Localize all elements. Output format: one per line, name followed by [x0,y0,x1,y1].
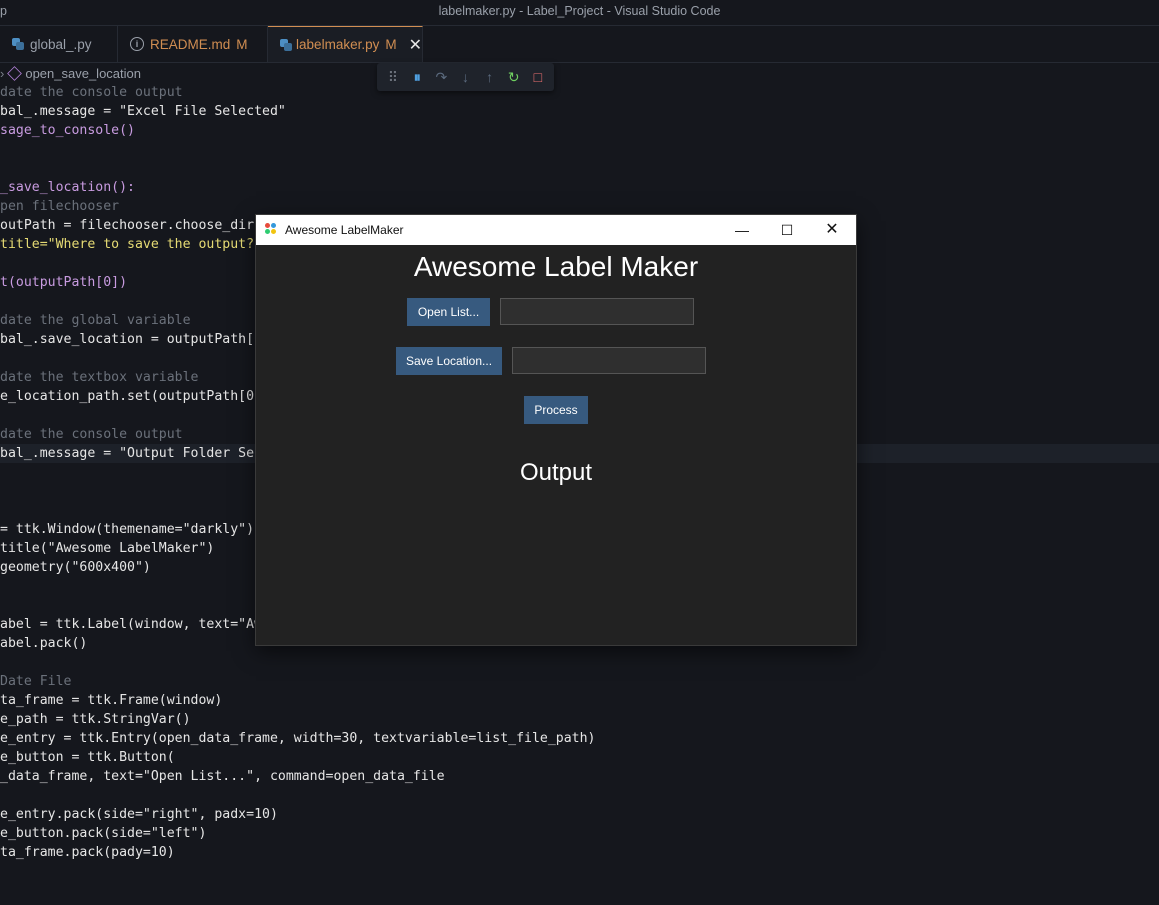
tab-global[interactable]: global_.py [0,26,118,62]
code-line: ta_frame = ttk.Frame(window) [0,693,223,708]
open-list-button[interactable]: Open List... [407,298,490,326]
code-line: e_button.pack(side="left") [0,826,207,841]
python-file-icon [12,38,24,50]
code-line: _save_location(): [0,180,135,195]
code-line: e_path = ttk.StringVar() [0,712,191,727]
app-body: Awesome Label Maker Open List... Save Lo… [256,245,856,645]
code-line: pen filechooser [0,199,120,214]
code-line: date the console output [0,85,183,100]
maximize-icon[interactable]: ☐ [764,215,810,245]
code-line: e_entry.pack(side="right", padx=10) [0,807,278,822]
save-location-button[interactable]: Save Location... [396,347,502,375]
minimize-icon[interactable]: — [719,215,765,245]
app-window: Awesome LabelMaker — ☐ ✕ Awesome Label M… [256,215,856,645]
editor-tabbar: global_.py i README.md M labelmaker.py M… [0,26,1159,63]
close-icon[interactable]: ✕ [409,35,422,55]
info-icon: i [130,37,144,51]
method-symbol-icon [7,65,23,81]
open-list-entry[interactable] [500,298,694,325]
app-title: Awesome LabelMaker [285,223,404,237]
process-button[interactable]: Process [524,396,588,424]
python-file-icon [280,38,293,51]
breadcrumb: › open_save_location [0,63,141,83]
vscode-titlebar: p labelmaker.py - Label_Project - Visual… [0,0,1159,26]
code-line: _data_frame, text="Open List...", comman… [0,769,445,784]
code-line: ta_frame.pack(pady=10) [0,845,175,860]
code-line: e_button = ttk.Button( [0,750,175,765]
tab-readme[interactable]: i README.md M [118,26,268,62]
tab-labelmaker[interactable]: labelmaker.py M ✕ [268,26,423,62]
output-label: Output [519,459,593,486]
app-heading: Awesome Label Maker [413,251,699,282]
app-logo-icon [265,223,279,237]
tab-label: README.md [150,36,231,52]
window-title: labelmaker.py - Label_Project - Visual S… [438,4,721,18]
save-location-entry[interactable] [512,347,706,374]
chevron-right-icon: › [0,65,5,81]
code-line: bal_.message = "Excel File Selected" [0,104,286,119]
code-line: Date File [0,674,72,689]
modified-badge: M [236,36,248,52]
code-line: e_entry = ttk.Entry(open_data_frame, wid… [0,731,596,746]
tab-label: labelmaker.py [296,37,380,52]
modified-badge: M [385,37,397,52]
code-line: sage_to_console() [0,123,135,138]
tab-label: global_.py [30,36,92,52]
breadcrumb-symbol[interactable]: open_save_location [25,66,141,81]
close-icon[interactable]: ✕ [809,215,855,245]
app-titlebar[interactable]: Awesome LabelMaker — ☐ ✕ [256,215,856,245]
